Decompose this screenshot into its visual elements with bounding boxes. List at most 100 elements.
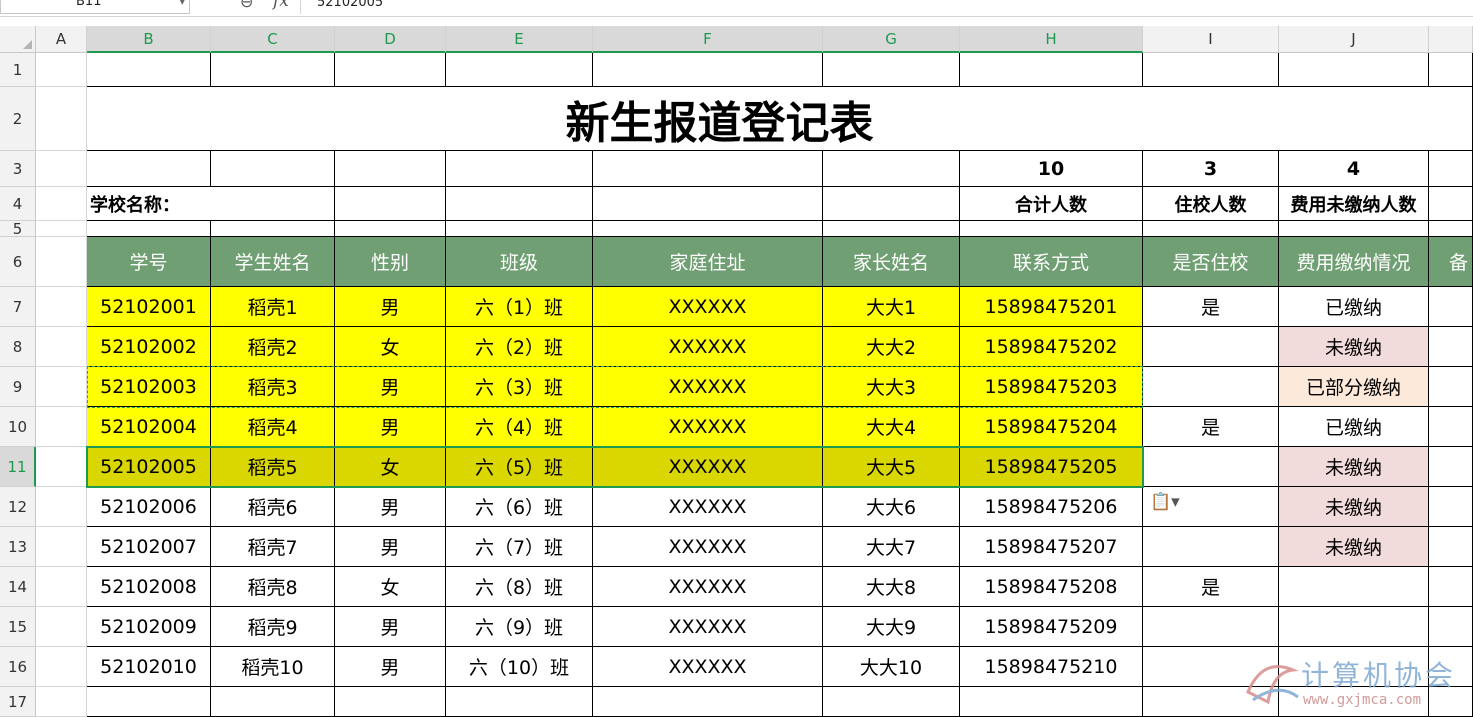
row-header-2[interactable]: 2: [0, 87, 36, 151]
zoom-formula-icon[interactable]: ⊖: [240, 0, 253, 11]
column-header-d[interactable]: D: [335, 26, 446, 53]
cell-class[interactable]: 六（1）班: [446, 287, 593, 327]
name-box[interactable]: B11 ▾: [0, 0, 190, 14]
cell-name[interactable]: 稻壳5: [211, 447, 335, 487]
cell-phone[interactable]: 15898475202: [960, 327, 1143, 367]
cell-fee[interactable]: 已部分缴纳: [1279, 367, 1429, 407]
cell-remark[interactable]: [1429, 407, 1473, 447]
cell-phone[interactable]: 15898475205: [960, 447, 1143, 487]
cell-empty[interactable]: [446, 53, 593, 87]
row-header-10[interactable]: 10: [0, 407, 36, 447]
cell-empty[interactable]: [211, 687, 335, 717]
cell-resident[interactable]: 是: [1143, 567, 1279, 607]
cell-resident[interactable]: [1143, 607, 1279, 647]
cell-a13[interactable]: [36, 527, 87, 567]
cell-a12[interactable]: [36, 487, 87, 527]
cell-empty[interactable]: [211, 53, 335, 87]
cell-empty[interactable]: [823, 151, 960, 187]
cell-address[interactable]: XXXXXX: [593, 487, 823, 527]
cell-a10[interactable]: [36, 407, 87, 447]
cell-id[interactable]: 52102010: [87, 647, 211, 687]
cell-a2[interactable]: [36, 87, 87, 151]
cell-id[interactable]: 52102007: [87, 527, 211, 567]
cell-id[interactable]: 52102009: [87, 607, 211, 647]
cell-a7[interactable]: [36, 287, 87, 327]
cell-phone[interactable]: 15898475207: [960, 527, 1143, 567]
column-header-k[interactable]: [1429, 26, 1473, 53]
cell-id[interactable]: 52102004: [87, 407, 211, 447]
cell-fee[interactable]: [1279, 607, 1429, 647]
cell-gender[interactable]: 女: [335, 447, 446, 487]
cell-remark[interactable]: [1429, 487, 1473, 527]
cell-address[interactable]: XXXXXX: [593, 527, 823, 567]
cell-empty[interactable]: [1429, 221, 1473, 237]
cell-phone[interactable]: 15898475206: [960, 487, 1143, 527]
cell-resident[interactable]: [1143, 527, 1279, 567]
row-header-9[interactable]: 9: [0, 367, 36, 407]
select-all-corner[interactable]: [0, 26, 36, 53]
cell-parent[interactable]: 大大1: [823, 287, 960, 327]
cell-remark[interactable]: [1429, 367, 1473, 407]
row-header-8[interactable]: 8: [0, 327, 36, 367]
cell-empty[interactable]: [593, 687, 823, 717]
cell-gender[interactable]: 男: [335, 407, 446, 447]
cell-fee[interactable]: [1279, 567, 1429, 607]
cell-remark[interactable]: [1429, 567, 1473, 607]
cell-class[interactable]: 六（6）班: [446, 487, 593, 527]
cell-fee[interactable]: 已缴纳: [1279, 287, 1429, 327]
cell-id[interactable]: 52102008: [87, 567, 211, 607]
cell-empty[interactable]: [593, 221, 823, 237]
cell-gender[interactable]: 女: [335, 327, 446, 367]
cell-a8[interactable]: [36, 327, 87, 367]
cell-phone[interactable]: 15898475201: [960, 287, 1143, 327]
row-header-16[interactable]: 16: [0, 647, 36, 687]
cell-remark[interactable]: [1429, 447, 1473, 487]
column-header-h[interactable]: H: [960, 26, 1143, 53]
cell-parent[interactable]: 大大8: [823, 567, 960, 607]
row-header-17[interactable]: 17: [0, 687, 36, 717]
cell-empty[interactable]: [446, 187, 593, 221]
cell-fee[interactable]: 未缴纳: [1279, 527, 1429, 567]
row-header-1[interactable]: 1: [0, 53, 36, 87]
row-header-4[interactable]: 4: [0, 187, 36, 221]
row-header-3[interactable]: 3: [0, 151, 36, 187]
cell-empty[interactable]: [87, 53, 211, 87]
cell-resident[interactable]: 是: [1143, 407, 1279, 447]
cell-empty[interactable]: [211, 151, 335, 187]
cell-parent[interactable]: 大大4: [823, 407, 960, 447]
column-header-f[interactable]: F: [593, 26, 823, 53]
cell-resident[interactable]: [1143, 447, 1279, 487]
cell-empty[interactable]: [823, 687, 960, 717]
cell-a5[interactable]: [36, 221, 87, 237]
cell-gender[interactable]: 男: [335, 647, 446, 687]
cell-phone[interactable]: 15898475203: [960, 367, 1143, 407]
formula-input[interactable]: 52102005: [300, 0, 1473, 14]
cell-a9[interactable]: [36, 367, 87, 407]
cell-gender[interactable]: 男: [335, 287, 446, 327]
cell-empty[interactable]: [335, 151, 446, 187]
cell-name[interactable]: 稻壳4: [211, 407, 335, 447]
cell-address[interactable]: XXXXXX: [593, 367, 823, 407]
cell-id[interactable]: 52102003: [87, 367, 211, 407]
cell-name[interactable]: 稻壳6: [211, 487, 335, 527]
row-header-5[interactable]: 5: [0, 220, 36, 238]
table-header-cell[interactable]: 性别: [335, 237, 446, 287]
cell-parent[interactable]: 大大7: [823, 527, 960, 567]
cell-fee[interactable]: 已缴纳: [1279, 407, 1429, 447]
cell-address[interactable]: XXXXXX: [593, 647, 823, 687]
row-header-15[interactable]: 15: [0, 607, 36, 647]
cell-remark[interactable]: [1429, 607, 1473, 647]
row-header-11[interactable]: 11: [0, 447, 36, 487]
cell-empty[interactable]: [593, 53, 823, 87]
cell-a16[interactable]: [36, 647, 87, 687]
cell-fee[interactable]: 未缴纳: [1279, 447, 1429, 487]
cell-address[interactable]: XXXXXX: [593, 407, 823, 447]
cell-empty[interactable]: [1429, 187, 1473, 221]
cell-a4[interactable]: [36, 187, 87, 221]
cell-parent[interactable]: 大大6: [823, 487, 960, 527]
cell-empty[interactable]: [335, 221, 446, 237]
cell-empty[interactable]: [87, 687, 211, 717]
cell-gender[interactable]: 男: [335, 367, 446, 407]
cell-empty[interactable]: [446, 687, 593, 717]
cell-empty[interactable]: [823, 187, 960, 221]
